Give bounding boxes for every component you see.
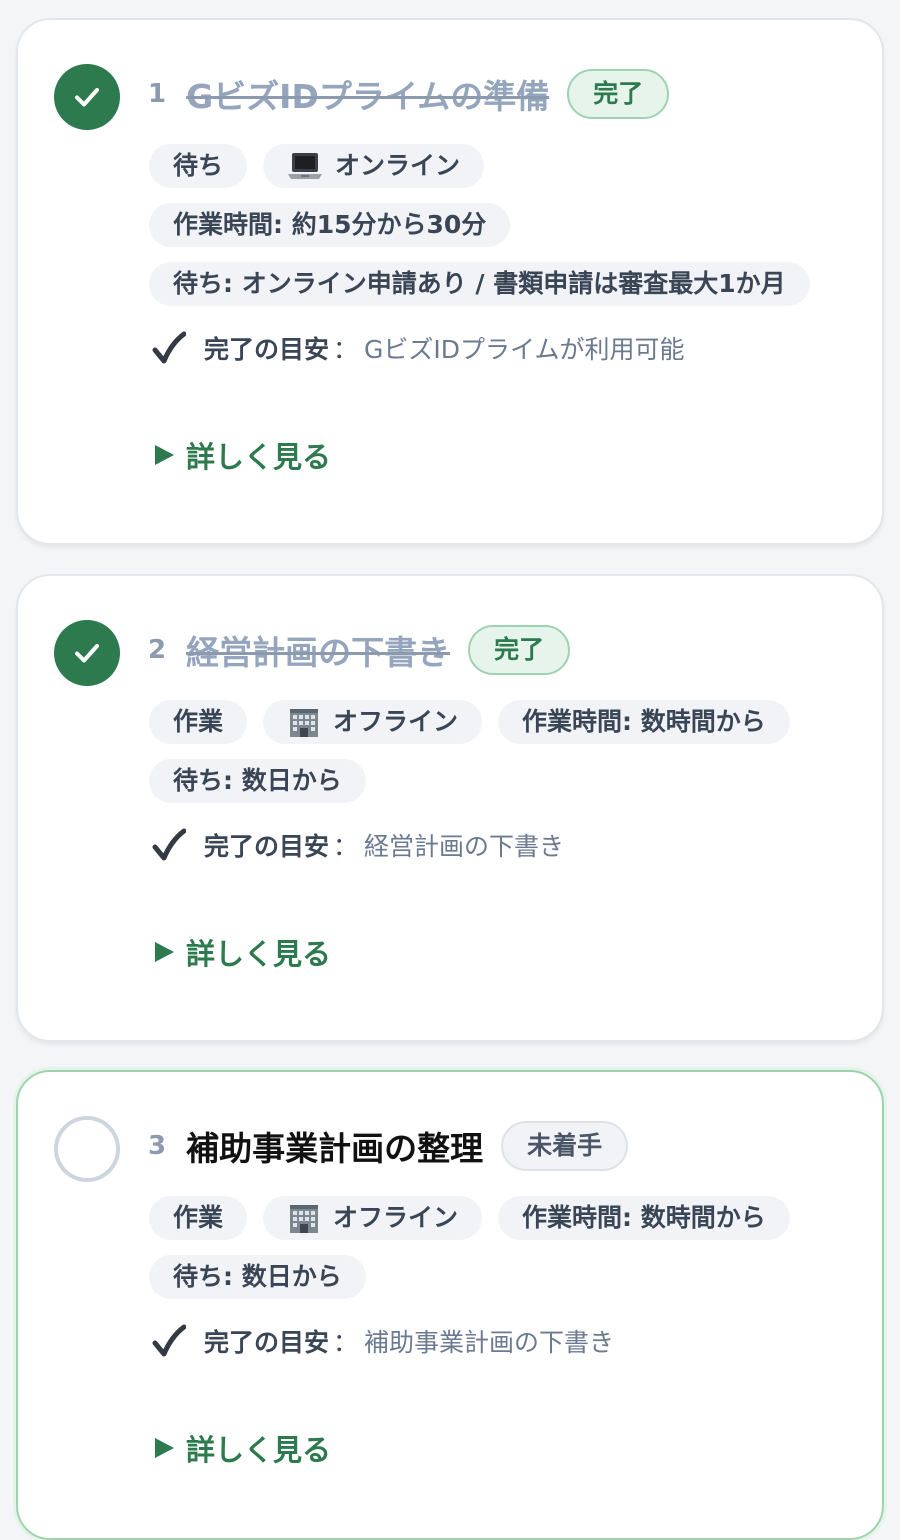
office-building-icon (287, 705, 321, 739)
tag-mode: オフライン (263, 700, 483, 744)
completion-criteria: 完了の目安 ： 補助事業計画の下書き (152, 1323, 614, 1359)
criteria-label: 完了の目安 (204, 1328, 330, 1357)
status-badge: 未着手 (501, 1121, 629, 1171)
tag-mode-label: オフライン (333, 707, 459, 736)
step-title-row: 3 補助事業計画の整理 未着手 (148, 1118, 629, 1174)
details-label: 詳しく見る (186, 1433, 332, 1467)
tag-mode-label: オンライン (335, 151, 461, 180)
criteria-label: 完了の目安 (204, 335, 330, 364)
criteria-separator: ： (333, 335, 359, 364)
tag-work-time: 作業時間: 数時間から (498, 1196, 790, 1240)
tag-task-type: 待ち (149, 144, 248, 188)
step-number: 1 (148, 79, 167, 109)
tag-work-time: 作業時間: 数時間から (498, 700, 790, 744)
tag-task-type: 作業 (149, 700, 248, 744)
office-building-icon (287, 1201, 321, 1235)
step-complete-indicator[interactable] (54, 64, 120, 130)
status-badge: 完了 (468, 625, 571, 675)
details-toggle[interactable]: 詳しく見る (152, 1427, 331, 1469)
criteria-value: 経営計画の下書き (364, 832, 565, 861)
details-label: 詳しく見る (186, 440, 332, 474)
criteria-value: GビズIDプライムが利用可能 (364, 335, 685, 364)
criteria-separator: ： (333, 832, 359, 861)
checkmark-icon (75, 88, 99, 107)
triangle-right-icon (152, 443, 176, 467)
step-title: GビズIDプライムの準備 (186, 77, 550, 116)
tag-wait-time: 待ち: 数日から (149, 1255, 366, 1299)
tag-wait-time: 待ち: 数日から (149, 759, 366, 803)
step-number: 3 (148, 1131, 167, 1161)
tag-task-type: 作業 (149, 1196, 248, 1240)
step-card-1: 1 GビズIDプライムの準備 完了 待ち オンライン 作業時間: 約15分から3… (16, 18, 884, 545)
details-toggle[interactable]: 詳しく見る (152, 434, 331, 476)
heavy-check-icon (152, 331, 186, 365)
step-card-2: 2 経営計画の下書き 完了 作業 オフライン 作業時間: 数時間から 待ち: 数… (16, 574, 884, 1042)
tag-mode: オンライン (263, 144, 485, 188)
step-incomplete-indicator[interactable] (54, 1116, 120, 1182)
status-badge: 完了 (567, 69, 670, 119)
details-label: 詳しく見る (186, 937, 332, 971)
step-title: 補助事業計画の整理 (186, 1129, 484, 1168)
heavy-check-icon (152, 828, 186, 862)
tag-mode-label: オフライン (333, 1203, 459, 1232)
step-tags: 作業 オフライン 作業時間: 数時間から 待ち: 数日から (149, 1196, 849, 1299)
heavy-check-icon (152, 1324, 186, 1358)
step-title: 経営計画の下書き (186, 633, 451, 672)
tag-wait-time: 待ち: オンライン申請あり / 書類申請は審査最大1か月 (149, 262, 810, 306)
step-title-row: 2 経営計画の下書き 完了 (148, 622, 571, 678)
laptop-icon (287, 150, 323, 182)
step-tags: 待ち オンライン 作業時間: 約15分から30分 待ち: オンライン申請あり /… (149, 144, 849, 306)
tag-work-time: 作業時間: 約15分から30分 (149, 203, 511, 247)
details-toggle[interactable]: 詳しく見る (152, 931, 331, 973)
triangle-right-icon (152, 1436, 176, 1460)
criteria-label: 完了の目安 (204, 832, 330, 861)
step-title-row: 1 GビズIDプライムの準備 完了 (148, 66, 670, 122)
checkmark-icon (75, 644, 99, 663)
completion-criteria: 完了の目安 ： GビズIDプライムが利用可能 (152, 330, 685, 366)
step-card-3: 3 補助事業計画の整理 未着手 作業 オフライン 作業時間: 数時間から 待ち:… (16, 1070, 884, 1540)
criteria-value: 補助事業計画の下書き (364, 1328, 615, 1357)
triangle-right-icon (152, 940, 176, 964)
step-number: 2 (148, 635, 167, 665)
completion-criteria: 完了の目安 ： 経営計画の下書き (152, 827, 564, 863)
tag-mode: オフライン (263, 1196, 483, 1240)
step-complete-indicator[interactable] (54, 620, 120, 686)
criteria-separator: ： (333, 1328, 359, 1357)
step-tags: 作業 オフライン 作業時間: 数時間から 待ち: 数日から (149, 700, 849, 803)
